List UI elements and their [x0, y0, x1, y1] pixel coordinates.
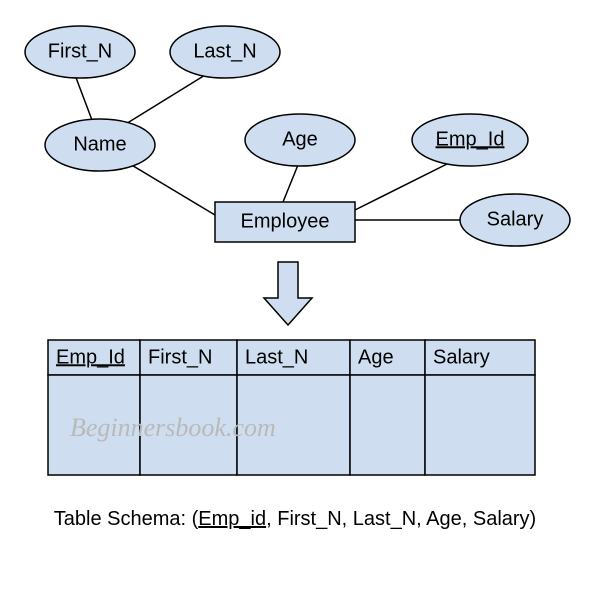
schema-rest: , First_N, Last_N, Age, Salary) — [266, 508, 536, 530]
schema-key: Emp_id — [198, 508, 266, 530]
attr-emp-id-label: Emp_Id — [436, 128, 505, 150]
attr-age-label: Age — [282, 128, 318, 150]
th-emp-id-label: Emp_Id — [56, 346, 125, 368]
line-name-employee — [120, 158, 215, 215]
td-salary — [425, 375, 535, 475]
er-to-table-diagram: First_N Last_N Name Age Emp_Id Salary Em… — [0, 0, 600, 600]
attr-salary-label: Salary — [487, 208, 544, 230]
th-first-n-label: First_N — [148, 346, 212, 368]
watermark-text: Beginnersbook.com — [70, 413, 276, 442]
attr-first-n-label: First_N — [48, 40, 112, 62]
line-empid-employee — [355, 160, 455, 210]
entity-employee-label: Employee — [241, 210, 330, 232]
attr-name-label: Name — [73, 133, 126, 155]
th-last-n-label: Last_N — [245, 346, 308, 368]
td-age — [350, 375, 425, 475]
th-age-label: Age — [358, 346, 394, 368]
arrow-down-icon — [264, 262, 312, 325]
th-salary-label: Salary — [433, 346, 490, 368]
schema-prefix: Table Schema: ( — [54, 508, 199, 530]
schema-table: Emp_Id First_N Last_N Age Salary — [48, 340, 535, 475]
schema-caption: Table Schema: (Emp_id, First_N, Last_N, … — [54, 508, 536, 530]
attr-last-n-label: Last_N — [193, 40, 256, 62]
